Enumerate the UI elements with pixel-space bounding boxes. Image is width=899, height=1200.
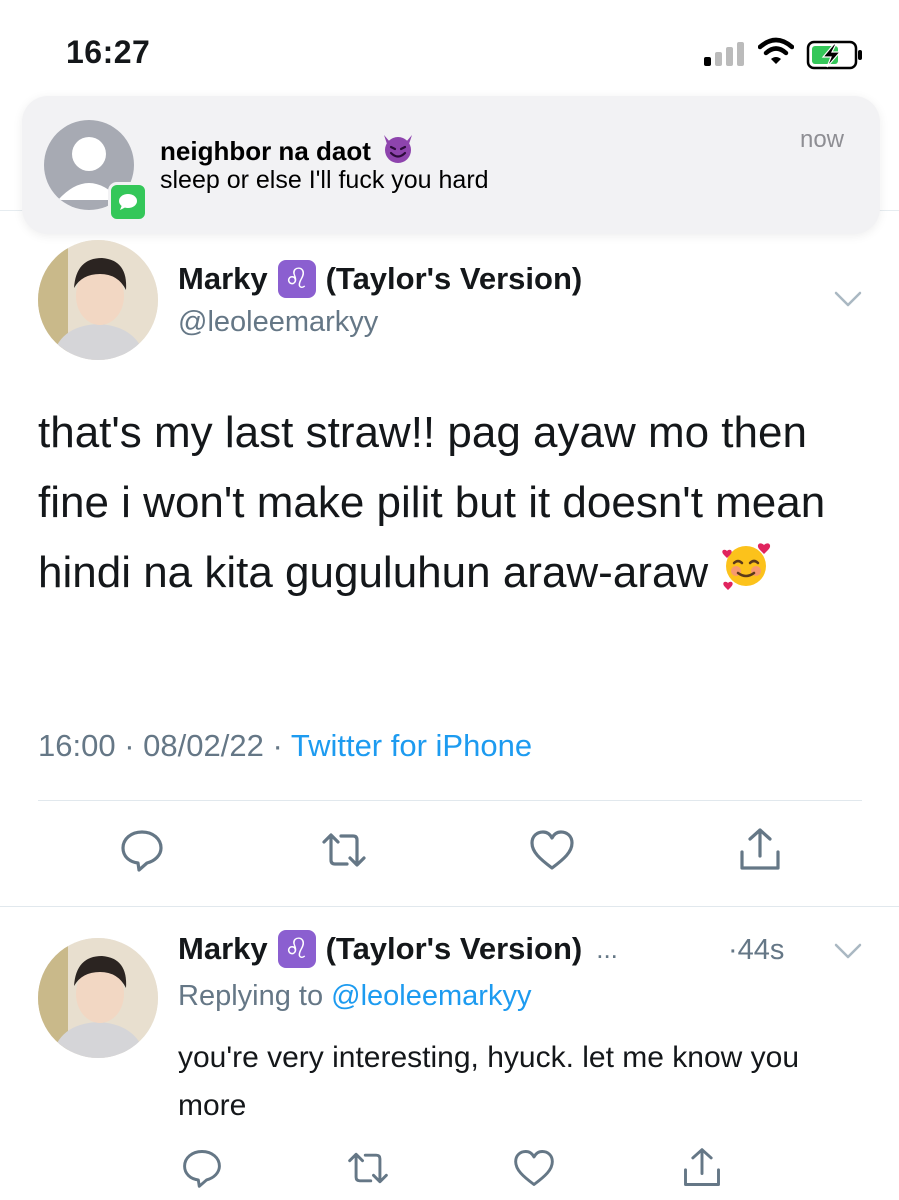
battery-charging-icon <box>806 40 862 70</box>
status-bar-time: 16:27 <box>66 34 151 70</box>
notification-message: sleep or else I'll fuck you hard <box>160 166 489 194</box>
sender-name: neighbor na daot <box>160 136 371 166</box>
author-avatar[interactable] <box>38 240 158 360</box>
replying-to-label: Replying to <box>178 980 324 1012</box>
wifi-icon <box>758 37 794 64</box>
signal-strength-icon <box>704 42 744 66</box>
tweet-date: 08/02/22 <box>143 728 264 763</box>
replying-to-mention[interactable]: @leoleemarkyy <box>331 980 531 1012</box>
divider <box>38 800 862 801</box>
tweet-body: that's my last straw!! pag ayaw mo then … <box>38 398 868 612</box>
truncation-ellipsis: ... <box>596 933 618 964</box>
notification-time: now <box>799 126 844 153</box>
display-name-text: Marky <box>178 261 268 296</box>
tweet-source-link[interactable]: Twitter for iPhone <box>291 728 532 763</box>
tweet-metadata: 16:00 · 08/02/22 · Twitter for iPhone <box>38 728 532 764</box>
smiling-face-with-hearts-emoji <box>720 539 772 612</box>
replying-to-line: Replying to @leoleemarkyy <box>178 980 531 1013</box>
chevron-down-icon[interactable] <box>834 290 862 308</box>
like-icon[interactable] <box>512 1146 556 1190</box>
display-name-text: Marky <box>178 931 268 966</box>
author-handle[interactable]: @leoleemarkyy <box>178 306 378 339</box>
author-display-name[interactable]: Marky ♌ (Taylor's Version) <box>178 260 582 298</box>
tweet-action-bar <box>0 826 899 882</box>
reply-timestamp[interactable]: ·44s <box>728 934 784 967</box>
divider <box>0 906 899 907</box>
tweet-time: 16:00 <box>38 728 116 763</box>
tweet-text: that's my last straw!! pag ayaw mo then … <box>38 408 826 597</box>
reply-icon[interactable] <box>118 826 166 874</box>
reply-icon[interactable] <box>180 1146 224 1190</box>
meta-separator: · <box>272 728 283 763</box>
share-icon[interactable] <box>680 1146 724 1190</box>
like-icon[interactable] <box>528 826 576 874</box>
reply-author-avatar[interactable] <box>38 938 158 1058</box>
display-name-suffix: (Taylor's Version) <box>325 261 583 296</box>
leo-zodiac-badge: ♌ <box>277 260 316 298</box>
retweet-icon[interactable] <box>346 1146 390 1190</box>
meta-separator: · <box>124 728 135 763</box>
reply-action-bar <box>0 1146 899 1196</box>
reply-body: you're very interesting, hyuck. let me k… <box>178 1041 800 1122</box>
notification-banner[interactable]: neighbor na daot sleep or else I'll fuck… <box>22 96 880 234</box>
display-name-suffix: (Taylor's Version) <box>325 931 583 966</box>
reply-author-display-name[interactable]: Marky ♌ (Taylor's Version) ... <box>178 930 618 968</box>
chevron-down-icon[interactable] <box>834 942 862 960</box>
share-icon[interactable] <box>736 826 784 874</box>
messages-app-icon <box>108 182 148 222</box>
retweet-icon[interactable] <box>320 826 368 874</box>
leo-zodiac-badge: ♌ <box>277 930 316 968</box>
